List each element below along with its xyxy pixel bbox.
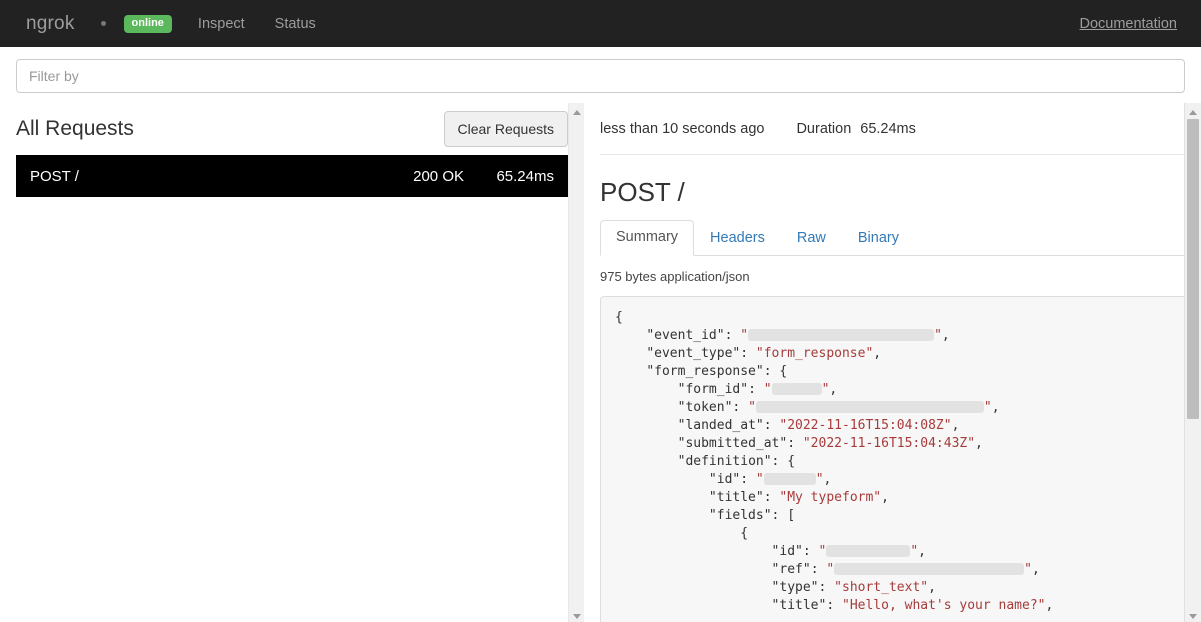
redacted-value — [826, 544, 911, 557]
status-badge: online — [123, 14, 172, 33]
json-line: "fields": [ — [708, 508, 796, 523]
status-dot — [100, 21, 106, 26]
nav-link-inspect[interactable]: Inspect — [198, 16, 245, 32]
page-title: All Requests — [16, 117, 134, 140]
json-line: "definition": { — [677, 454, 796, 469]
json-line: "ref": " ", — [771, 562, 1040, 577]
redacted-value — [755, 400, 984, 413]
request-heading: POST / — [600, 177, 685, 207]
time-ago-label: less than 10 seconds ago — [600, 120, 765, 137]
scroll-up-arrow-icon[interactable] — [1185, 105, 1201, 119]
tab-summary[interactable]: Summary — [600, 220, 695, 256]
json-line: "event_type": "form_response", — [646, 346, 882, 361]
json-viewer[interactable]: { "event_id": " ", "event_type": "form_re… — [600, 296, 1201, 622]
request-list-item[interactable]: POST / 200 OK 65.24ms — [16, 155, 568, 197]
request-detail-panel: less than 10 seconds ago Duration 65.24m… — [584, 103, 1201, 622]
json-line: "form_response": { — [646, 364, 788, 379]
redacted-value — [763, 472, 816, 485]
scrollbar-thumb[interactable] — [1187, 119, 1199, 419]
scroll-up-arrow-icon[interactable] — [569, 105, 584, 119]
duration-value: 65.24ms — [860, 120, 916, 137]
filter-input[interactable] — [16, 59, 1185, 93]
request-method-path: POST / — [30, 167, 79, 185]
json-line: "landed_at": "2022-11-16T15:04:08Z", — [677, 418, 960, 433]
request-status: 200 OK — [413, 167, 464, 185]
scroll-down-arrow-icon[interactable] — [1185, 609, 1201, 622]
json-line: "token": " ", — [677, 400, 1000, 415]
duration-label: Duration — [796, 120, 852, 137]
clear-requests-button[interactable]: Clear Requests — [443, 111, 568, 147]
redacted-value — [771, 382, 822, 395]
json-line: "type": "short_text", — [771, 580, 936, 595]
tab-raw[interactable]: Raw — [781, 221, 842, 256]
json-line: "form_id": " ", — [677, 382, 838, 397]
json-line: "id": " ", — [771, 544, 926, 559]
request-duration: 65.24ms — [496, 167, 554, 185]
json-line: "title": "My typeform", — [708, 490, 889, 505]
filter-bar — [0, 47, 1201, 103]
redacted-value — [834, 562, 1025, 575]
payload-size-label: 975 bytes application/json — [600, 269, 750, 284]
json-body: { "event_id": " ", "event_type": "form_re… — [615, 309, 1201, 615]
detail-tabs: Summary Headers Raw Binary Replay — [600, 220, 1201, 256]
json-line: "title": "Hello, what's your name?", — [771, 598, 1054, 613]
requests-header: All Requests Clear Requests — [16, 103, 568, 155]
scroll-down-arrow-icon[interactable] — [569, 609, 584, 622]
json-line: { — [615, 310, 623, 325]
json-line: "id": " ", — [708, 472, 832, 487]
json-line: "event_id": " ", — [646, 328, 950, 343]
main-split: All Requests Clear Requests POST / 200 O… — [0, 103, 1201, 622]
tab-headers[interactable]: Headers — [694, 221, 781, 256]
json-line: "submitted_at": "2022-11-16T15:04:43Z", — [677, 436, 983, 451]
redacted-value — [748, 328, 935, 341]
left-scrollbar[interactable] — [568, 103, 584, 622]
brand-logo[interactable]: ngrok — [26, 13, 75, 35]
requests-panel: All Requests Clear Requests POST / 200 O… — [0, 103, 584, 622]
nav-link-status[interactable]: Status — [275, 16, 316, 32]
right-scrollbar[interactable] — [1184, 103, 1201, 622]
nav-link-documentation[interactable]: Documentation — [1079, 16, 1183, 32]
top-navbar: ngrok online Inspect Status Documentatio… — [0, 0, 1201, 47]
detail-meta-row: less than 10 seconds ago Duration 65.24m… — [600, 103, 1201, 155]
tab-binary[interactable]: Binary — [842, 221, 915, 256]
json-line: { — [740, 526, 749, 541]
